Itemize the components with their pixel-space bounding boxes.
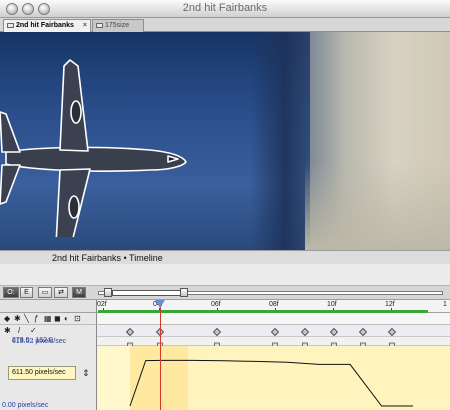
- 3d-layer-icon[interactable]: ⊡: [74, 315, 81, 323]
- switches-header: ◆ ✱ ╲ ƒ ▦ ◼ ◐ ⊡: [0, 313, 97, 325]
- current-time-indicator-line: [160, 300, 161, 410]
- ruler-label: 1: [443, 301, 447, 308]
- solo-icon[interactable]: ✱: [4, 327, 11, 335]
- composition-tabbar: 2nd hit Fairbanks × 175size: [0, 18, 450, 32]
- position-keyframe: [270, 327, 280, 337]
- window-title: 2nd hit Fairbanks: [182, 2, 268, 14]
- shy-icon[interactable]: ✱: [14, 315, 21, 323]
- current-time-indicator-head[interactable]: [155, 300, 165, 308]
- keyframe-icon[interactable]: ◆: [4, 315, 10, 323]
- check-icon[interactable]: ✓: [30, 327, 37, 335]
- composition-icon: [96, 23, 103, 28]
- quality-icon[interactable]: /: [18, 327, 20, 335]
- position-keyframe: [212, 327, 222, 337]
- tab-2nd-hit-fairbanks[interactable]: 2nd hit Fairbanks ×: [3, 19, 91, 32]
- velocity-current-field[interactable]: 611.50 pixels/sec: [8, 366, 76, 380]
- airplane-layer[interactable]: [0, 52, 200, 237]
- timeline-gap: [0, 264, 450, 286]
- velocity-keyframe-row[interactable]: [97, 337, 450, 349]
- property-row-left: ✱ / ✓: [0, 325, 97, 337]
- tab-label: 175size: [105, 22, 130, 29]
- time-navigator-range[interactable]: [112, 290, 182, 296]
- velocity-bottom-label: 0.00 pixels/sec: [2, 402, 49, 409]
- timeline-toolbar: O: E ▭ ⇄ M: [0, 286, 450, 300]
- ruler-label: 02f: [97, 301, 107, 308]
- position-keyframe-row[interactable]: [97, 325, 450, 337]
- adjustment-icon[interactable]: ◐: [64, 315, 69, 323]
- ruler-label: 10f: [327, 301, 337, 308]
- frame-blend-icon[interactable]: ▦: [44, 315, 52, 323]
- flowchart-button[interactable]: ⇄: [54, 287, 68, 298]
- ruler-label: 06f: [211, 301, 221, 308]
- position-keyframe: [387, 327, 397, 337]
- velocity-top-label: 613.52 pixels/sec: [12, 338, 67, 345]
- resize-graph-icon[interactable]: ⇕: [82, 368, 90, 378]
- time-navigator-start-handle[interactable]: [104, 288, 112, 297]
- position-keyframe: [300, 327, 310, 337]
- timeline-header: 2nd hit Fairbanks • Timeline: [0, 250, 450, 264]
- position-keyframe: [358, 327, 368, 337]
- composition-icon: [7, 23, 14, 28]
- layer-bar-row[interactable]: [97, 313, 450, 325]
- building-base: [305, 162, 450, 250]
- tab-175size[interactable]: 175size: [92, 19, 144, 32]
- position-keyframe: [329, 327, 339, 337]
- ruler-label: 12f: [385, 301, 395, 308]
- motion-blur-icon[interactable]: ◼: [54, 315, 61, 323]
- snapshot-button[interactable]: ▭: [38, 287, 52, 298]
- composition-viewer[interactable]: [0, 32, 450, 250]
- timeline-title: 2nd hit Fairbanks • Timeline: [52, 253, 163, 263]
- comp-button[interactable]: E: [20, 287, 33, 298]
- tab-label: 2nd hit Fairbanks: [16, 22, 74, 29]
- ruler-label: 08f: [269, 301, 279, 308]
- ruler-left-panel: [0, 300, 97, 313]
- marker-button[interactable]: M: [72, 287, 86, 298]
- effect-icon[interactable]: ƒ: [34, 315, 38, 323]
- time-navigator-end-handle[interactable]: [180, 288, 188, 297]
- tab-close-icon[interactable]: ×: [83, 20, 87, 31]
- timecode-button[interactable]: O:: [3, 287, 19, 298]
- velocity-graph-line: [129, 359, 413, 407]
- composition-titlebar: 2nd hit Fairbanks: [0, 0, 450, 18]
- collapse-icon[interactable]: ╲: [24, 315, 29, 323]
- position-keyframe: [125, 327, 135, 337]
